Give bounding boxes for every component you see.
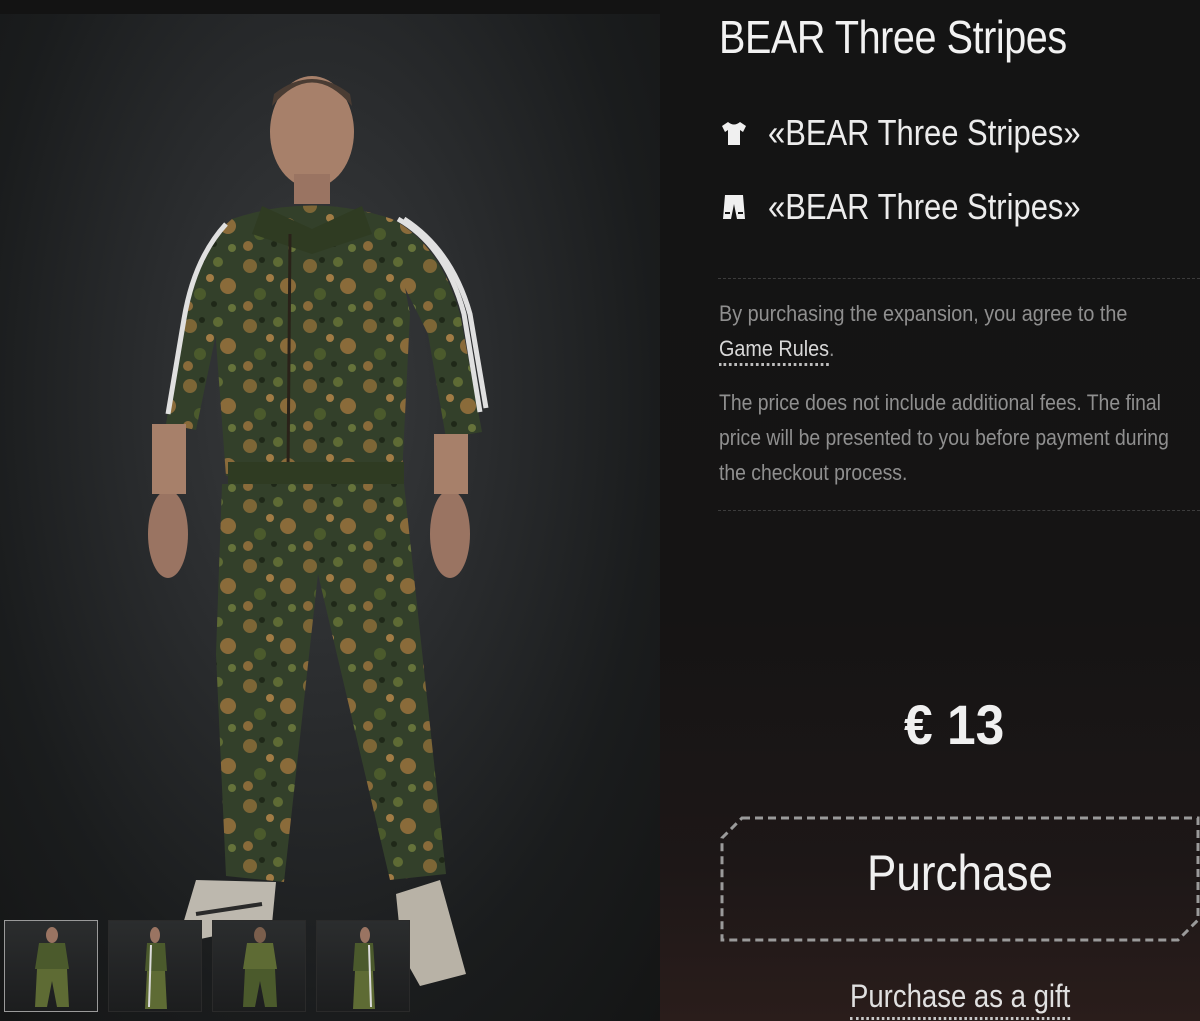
thumbnail-model-icon: [243, 927, 277, 1007]
included-item-bottom: «BEAR Three Stripes»: [718, 186, 1132, 228]
thumbnail-back[interactable]: [212, 920, 306, 1012]
thumbnail-side[interactable]: [108, 920, 202, 1012]
thumbnail-front[interactable]: [4, 920, 98, 1012]
game-rules-link[interactable]: Game Rules: [719, 336, 830, 366]
agreement-prefix: By purchasing the expansion, you agree t…: [719, 301, 1128, 326]
character-model-image: [148, 76, 489, 986]
included-item-name: «BEAR Three Stripes»: [768, 112, 1081, 153]
divider: [718, 278, 1200, 279]
thumbnail-side-right[interactable]: [316, 920, 410, 1012]
product-details-panel: BEAR Three Stripes «BEAR Three Stripes» …: [660, 0, 1200, 1021]
agreement-suffix: .: [829, 336, 835, 361]
model-preview: [0, 14, 660, 1021]
price-label: € 13: [904, 693, 1005, 756]
agreement-text: By purchasing the expansion, you agree t…: [719, 296, 1196, 366]
thumbnail-model-icon: [145, 927, 167, 1009]
purchase-button-label: Purchase: [867, 845, 1053, 901]
divider: [718, 510, 1200, 511]
thumbnail-model-icon: [35, 927, 69, 1007]
thumbnail-model-icon: [353, 927, 375, 1009]
purchase-button[interactable]: Purchase: [720, 816, 1200, 942]
fees-note: The price does not include additional fe…: [719, 390, 1169, 485]
included-item-top: «BEAR Three Stripes»: [718, 112, 1132, 154]
thumbnail-strip: [4, 920, 410, 1012]
product-title: BEAR Three Stripes: [719, 11, 1067, 63]
tshirt-icon: [722, 122, 746, 145]
pants-icon: [723, 195, 745, 219]
included-item-name: «BEAR Three Stripes»: [768, 186, 1081, 227]
purchase-as-gift-link[interactable]: Purchase as a gift: [850, 978, 1071, 1020]
